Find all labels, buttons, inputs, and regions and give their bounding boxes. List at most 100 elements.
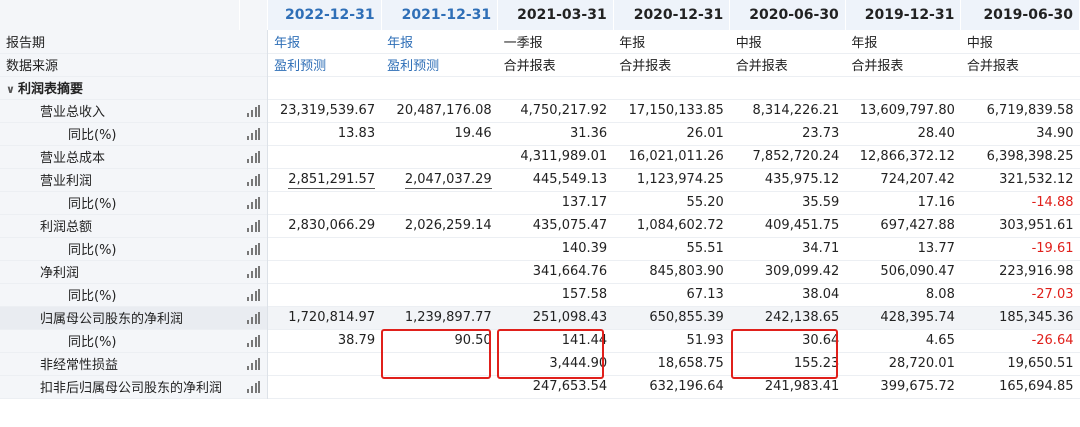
value-cell: 4,750,217.92 <box>498 99 614 122</box>
value-text: 428,395.74 <box>880 310 955 325</box>
bar-chart-icon <box>246 151 261 163</box>
value-cell: 1,239,897.77 <box>381 306 498 329</box>
column-header-date[interactable]: 2021-03-31 <box>497 0 614 30</box>
value-text: 140.39 <box>561 241 608 256</box>
value-cell <box>381 283 498 306</box>
value-cell: 1,720,814.97 <box>267 306 382 329</box>
bar-chart-icon <box>246 358 261 370</box>
row-chart-button[interactable] <box>239 260 269 283</box>
row-chart-button[interactable] <box>239 145 269 168</box>
value-text: 23,319,539.67 <box>279 103 376 118</box>
column-header-date[interactable]: 2020-12-31 <box>613 0 731 30</box>
value-text: 303,951.61 <box>999 218 1074 233</box>
collapse-chevron-icon[interactable]: ∨ <box>6 83 18 96</box>
column-header-date[interactable]: 2020-06-30 <box>729 0 846 30</box>
value-text: 155.23 <box>793 356 840 371</box>
value-text: 28.40 <box>917 126 955 141</box>
value-cell: 35.59 <box>730 191 846 214</box>
row-chart-button[interactable] <box>239 375 269 398</box>
value-text: 38.79 <box>337 333 376 348</box>
bar-chart-icon <box>246 312 261 324</box>
value-cell: 23.73 <box>730 122 846 145</box>
row-chart-button[interactable] <box>239 191 269 214</box>
value-text: 16,021,011.26 <box>628 149 724 164</box>
value-cell: 223,916.98 <box>961 260 1080 283</box>
value-cell: 30.64 <box>730 329 846 352</box>
header-corner-chart <box>239 0 269 30</box>
value-cell: -27.03 <box>961 283 1080 306</box>
row-label: 数据来源 <box>0 53 240 76</box>
bar-chart-icon <box>246 243 261 255</box>
section-header-row: ∨ 利润表摘要 <box>0 76 1080 99</box>
row-chart-button[interactable] <box>239 214 269 237</box>
column-header-date[interactable]: 2022-12-31 <box>267 0 382 30</box>
value-text: 17.16 <box>917 195 955 210</box>
row-chart-button[interactable] <box>239 283 269 306</box>
value-cell: 1,123,974.25 <box>613 168 730 191</box>
row-chart-button[interactable] <box>239 122 269 145</box>
value-cell: 1,084,602.72 <box>613 214 730 237</box>
value-cell <box>268 145 382 168</box>
report-type-cell: 年报 <box>274 35 301 51</box>
value-text: 55.20 <box>686 195 724 210</box>
value-text: 309,099.42 <box>764 264 840 279</box>
value-cell: 165,694.85 <box>961 375 1080 398</box>
value-text: 845,803.90 <box>649 264 724 279</box>
bar-chart-icon <box>246 335 261 347</box>
data-source-link[interactable]: 盈利预测 <box>268 53 382 76</box>
row-label-text: 同比(%) <box>68 197 117 212</box>
value-cell <box>268 352 382 375</box>
value-text: 18,658.75 <box>657 356 724 371</box>
value-cell: 67.13 <box>613 283 730 306</box>
row-label-text: 营业利润 <box>40 174 93 189</box>
report-type-cell: 年报 <box>851 35 878 51</box>
value-text: 8,314,226.21 <box>752 103 840 118</box>
value-text: 4,311,989.01 <box>520 149 608 164</box>
bar-chart-icon <box>246 174 261 186</box>
row-chart-button[interactable] <box>239 352 269 375</box>
data-source-link[interactable]: 盈利预测 <box>381 53 498 76</box>
row-chart-button[interactable] <box>239 168 269 191</box>
value-cell: 28.40 <box>845 122 961 145</box>
value-cell: 303,951.61 <box>961 214 1080 237</box>
data-source-cell: 合并报表 <box>966 59 1019 74</box>
financial-table-view: 2022-12-31 2021-12-31 2021-03-31 2020-12-31… <box>0 0 1080 427</box>
value-text: 165,694.85 <box>999 379 1074 394</box>
value-text: 435,975.12 <box>764 172 840 187</box>
row-chart-button[interactable] <box>239 329 269 352</box>
empty-cell <box>613 76 730 99</box>
value-text: 697,427.88 <box>880 218 955 233</box>
empty-cell <box>730 76 846 99</box>
value-text: 1,720,814.97 <box>288 310 376 325</box>
value-text: 1,084,602.72 <box>636 218 724 233</box>
value-cell: 697,427.88 <box>845 214 961 237</box>
value-text: 20,487,176.08 <box>396 103 492 118</box>
row-label: 同比(%) <box>0 122 240 145</box>
value-text: 223,916.98 <box>999 264 1074 279</box>
value-cell: 185,345.36 <box>960 306 1080 329</box>
value-cell: 724,207.42 <box>845 168 961 191</box>
value-text: 137.17 <box>561 195 608 210</box>
empty-cell <box>381 76 498 99</box>
row-chart-button[interactable] <box>239 99 269 122</box>
row-label: 同比(%) <box>0 329 240 352</box>
column-header-date[interactable]: 2019-06-30 <box>960 0 1080 30</box>
value-cell: -19.61 <box>961 237 1080 260</box>
row-chart-button[interactable] <box>239 237 269 260</box>
value-text: -19.61 <box>1031 241 1074 256</box>
value-cell: 140.39 <box>498 237 614 260</box>
column-header-date[interactable]: 2021-12-31 <box>381 0 499 30</box>
row-label-text: 净利润 <box>40 266 80 281</box>
value-text: 4,750,217.92 <box>520 103 608 118</box>
value-cell: 31.36 <box>498 122 614 145</box>
value-cell: 26.01 <box>613 122 730 145</box>
row-label-text: 归属母公司股东的净利润 <box>40 312 184 327</box>
bar-chart-icon <box>246 220 261 232</box>
value-cell: 2,830,066.29 <box>268 214 382 237</box>
value-cell: 7,852,720.24 <box>730 145 846 168</box>
row-chart-button[interactable] <box>239 306 269 329</box>
column-header-date[interactable]: 2019-12-31 <box>845 0 962 30</box>
value-cell: 90.50 <box>381 329 498 352</box>
value-text: 34.71 <box>802 241 840 256</box>
row-label: 同比(%) <box>0 283 240 306</box>
